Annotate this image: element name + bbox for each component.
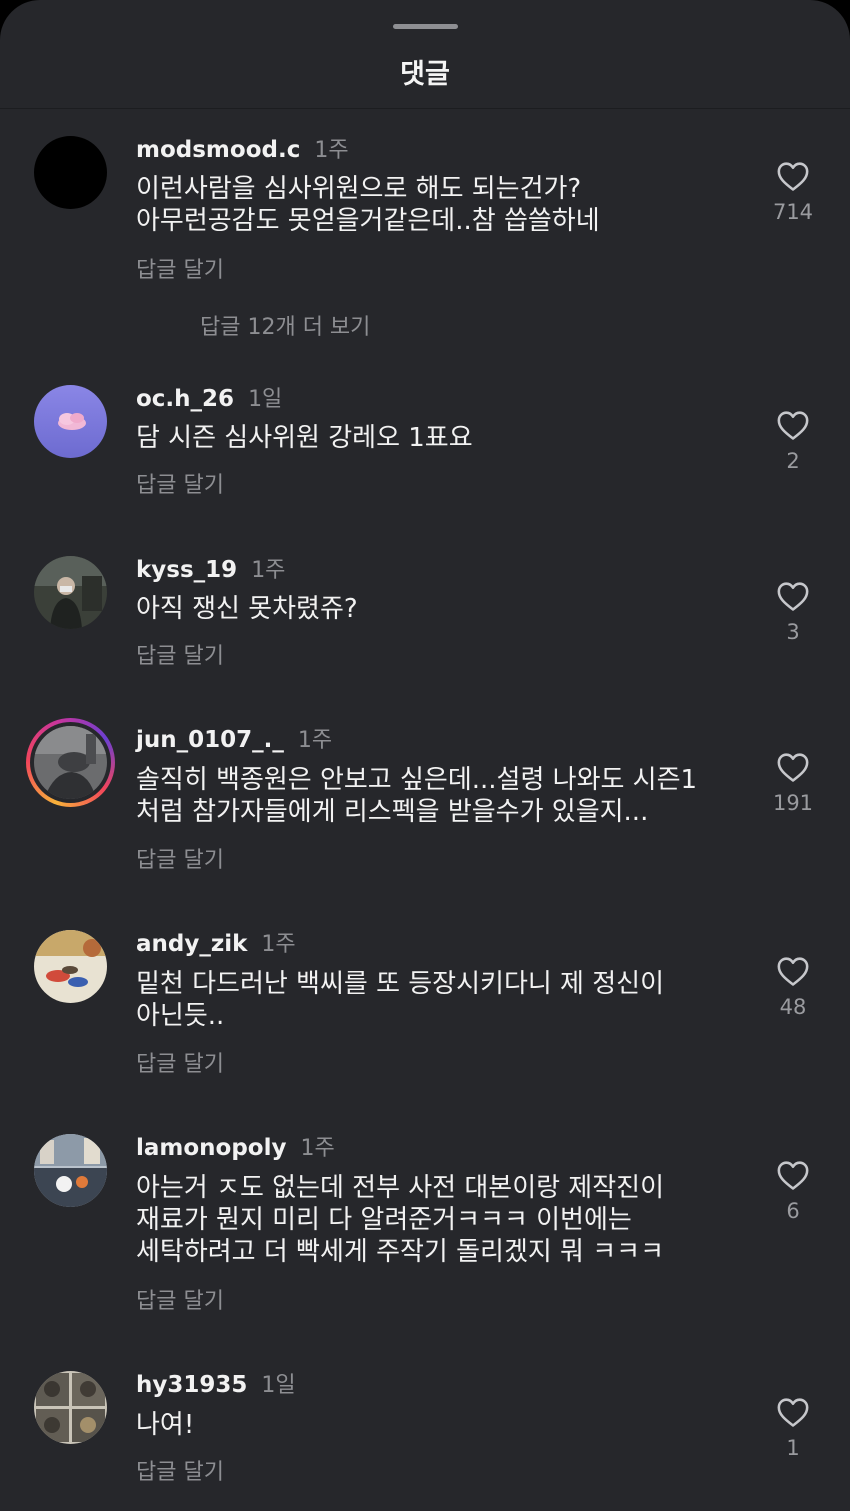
avatar[interactable] xyxy=(34,385,107,458)
reply-button[interactable]: 답글 달기 xyxy=(136,1454,224,1486)
like-count: 3 xyxy=(786,620,800,644)
avatar[interactable] xyxy=(34,136,107,209)
comment-username[interactable]: hy31935 xyxy=(136,1372,247,1398)
reply-button[interactable]: 답글 달기 xyxy=(136,1283,224,1315)
comment-time: 1주 xyxy=(314,138,349,163)
avatar[interactable] xyxy=(34,556,107,629)
comment-time: 1일 xyxy=(248,387,283,412)
comment-username[interactable]: lamonopoly xyxy=(136,1135,287,1161)
avatar[interactable] xyxy=(34,1371,107,1444)
like-count: 191 xyxy=(772,791,814,815)
reply-button[interactable]: 답글 달기 xyxy=(136,252,224,284)
comment-time: 1주 xyxy=(251,558,286,583)
reply-button[interactable]: 답글 달기 xyxy=(136,467,224,499)
heart-icon[interactable] xyxy=(776,955,810,987)
like-count: 2 xyxy=(786,449,800,473)
comment-text: 담 시즌 심사위원 강레오 1표요 xyxy=(136,423,473,453)
drag-handle[interactable] xyxy=(393,24,458,29)
comment-text: 아는거 ㅈ도 없는데 전부 사전 대본이랑 제작진이 재료가 뭔지 미리 다 알… xyxy=(136,1173,664,1267)
comment-time: 1주 xyxy=(300,1136,335,1161)
reply-button[interactable]: 답글 달기 xyxy=(136,842,224,874)
heart-icon[interactable] xyxy=(776,751,810,783)
like-count: 6 xyxy=(786,1199,800,1223)
header-divider xyxy=(0,108,850,109)
comment-text: 밑천 다드러난 백씨를 또 등장시키다니 제 정신이 아닌듯.. xyxy=(136,969,664,1031)
heart-icon[interactable] xyxy=(776,160,810,192)
like-count: 714 xyxy=(772,200,814,224)
comment-text: 이런사람을 심사위원으로 해도 되는건가? 아무런공감도 못얻을거같은데..참 … xyxy=(136,174,600,236)
comment-text: 아직 쟁신 못차렸쥬? xyxy=(136,594,358,624)
reply-button[interactable]: 답글 달기 xyxy=(136,1046,224,1078)
heart-icon[interactable] xyxy=(776,1159,810,1191)
comment-time: 1일 xyxy=(261,1373,296,1398)
comment-username[interactable]: andy_zik xyxy=(136,931,247,957)
like-count: 1 xyxy=(786,1436,800,1460)
view-replies-button[interactable]: 답글 12개 더 보기 xyxy=(200,309,370,341)
comment-time: 1주 xyxy=(297,728,333,753)
heart-icon[interactable] xyxy=(776,580,810,612)
sheet-title: 댓글 xyxy=(400,59,450,90)
avatar[interactable] xyxy=(34,1134,107,1207)
comment-username[interactable]: kyss_19 xyxy=(136,557,237,583)
avatar[interactable] xyxy=(34,930,107,1003)
comment-username[interactable]: oc.h_26 xyxy=(136,386,234,412)
reply-button[interactable]: 답글 달기 xyxy=(136,638,224,670)
comments-sheet: 댓글 modsmood.c 1주 이런사람을 심사위원으로 해도 되는건가? 아무… xyxy=(0,0,850,1511)
comment-text: 나여! xyxy=(136,1410,195,1440)
avatar-story-ring[interactable] xyxy=(26,718,115,807)
comment-username[interactable]: jun_0107_._ xyxy=(136,727,284,753)
comment-text: 솔직히 백종원은 안보고 싶은데...설령 나와도 시즌1 처럼 참가자들에게 … xyxy=(136,765,698,827)
heart-icon[interactable] xyxy=(776,1396,810,1428)
heart-icon[interactable] xyxy=(776,409,810,441)
comment-time: 1주 xyxy=(261,932,296,957)
like-count: 48 xyxy=(779,995,807,1019)
comment-username[interactable]: modsmood.c xyxy=(136,137,300,163)
